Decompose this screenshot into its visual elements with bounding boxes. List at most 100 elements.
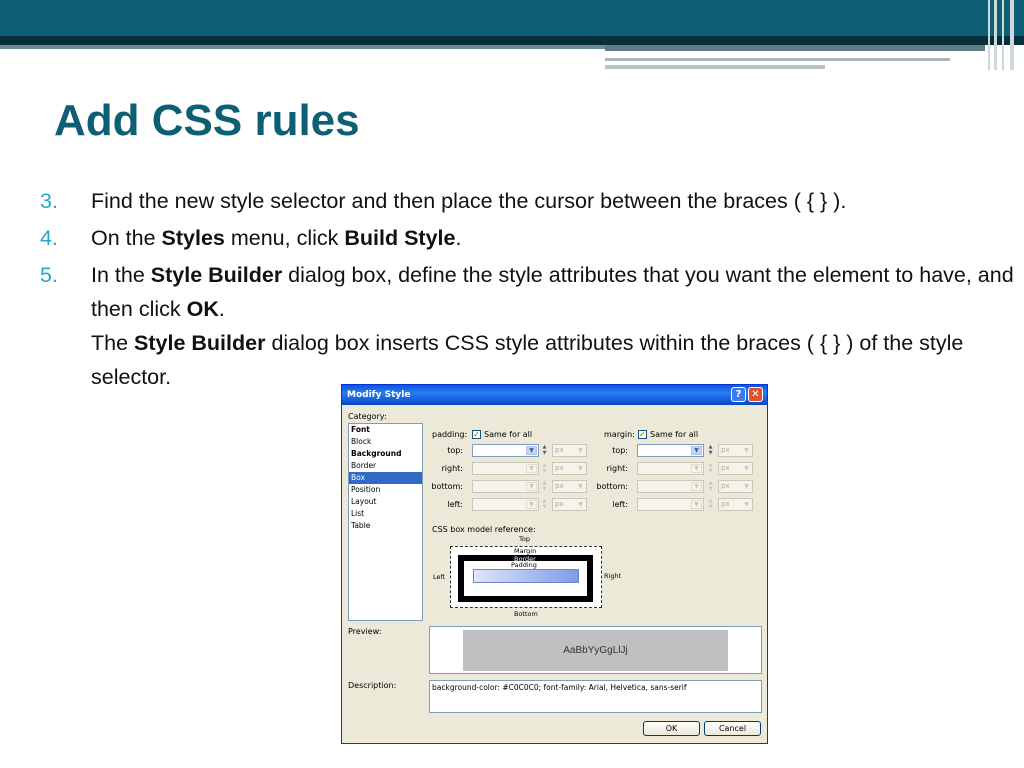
category-item-table[interactable]: Table (349, 520, 422, 532)
padding-bottom-combo: ▼ (472, 480, 539, 493)
box-model-label: CSS box model reference: (432, 525, 536, 534)
category-item-layout[interactable]: Layout (349, 496, 422, 508)
category-item-block[interactable]: Block (349, 436, 422, 448)
step-item: 3. Find the new style selector and then p… (40, 184, 1015, 218)
padding-top-spinner-icon[interactable]: ▲ ▼ (540, 444, 549, 457)
header-bar (0, 0, 1024, 36)
chevron-down-icon: ▼ (526, 482, 537, 491)
margin-top-combo[interactable]: ▼ (637, 444, 704, 457)
padding-left-label: left: (447, 500, 463, 509)
chevron-down-icon: ▼ (578, 483, 583, 490)
chevron-down-icon: ▼ (691, 464, 702, 473)
padding-right-combo: ▼ (472, 462, 539, 475)
margin-top-spinner-icon[interactable]: ▲ ▼ (706, 444, 715, 457)
category-label: Category: (348, 412, 387, 421)
box-top-label: Top (519, 535, 530, 543)
chevron-down-icon: ▼ (526, 446, 537, 455)
description-label: Description: (348, 681, 397, 690)
modify-style-dialog: Modify Style ? ✕ Category: Font Block Back… (341, 384, 768, 744)
box-padding-label: Padding (511, 561, 537, 569)
padding-left-unit-select: px ▼ (552, 498, 587, 511)
margin-bottom-combo: ▼ (637, 480, 704, 493)
description-field[interactable]: background-color: #C0C0C0; font-family: … (429, 680, 762, 713)
step-text: . (218, 297, 225, 321)
slide-title: Add CSS rules (54, 96, 360, 145)
box-left-label: Left (433, 573, 446, 581)
category-item-box[interactable]: Box (349, 472, 422, 484)
unit-label: px (721, 500, 730, 508)
box-right-label: Right (604, 572, 622, 580)
category-list[interactable]: Font Block Background Border Box Position Layo… (348, 423, 423, 621)
padding-label: padding: (432, 430, 468, 439)
unit-label: px (555, 464, 564, 472)
category-item-list[interactable]: List (349, 508, 422, 520)
unit-label: px (555, 446, 564, 454)
chevron-down-icon: ▼ (526, 500, 537, 509)
box-bottom-label: Bottom (514, 610, 538, 618)
padding-same-checkbox[interactable]: ✓ (472, 430, 481, 439)
close-button[interactable]: ✕ (748, 387, 763, 402)
chevron-down-icon: ▼ (526, 464, 537, 473)
step-bold-text: Build Style (344, 226, 456, 250)
padding-bottom-label: bottom: (431, 482, 463, 491)
step-text: In the (91, 263, 151, 287)
step-item: 5. In the Style Builder dialog box, defin… (40, 258, 1015, 394)
step-text: menu, click (224, 226, 345, 250)
step-bold-text: Style Builder (134, 331, 266, 355)
chevron-down-icon: ▼ (691, 500, 702, 509)
ok-button[interactable]: OK (643, 721, 700, 736)
preview-sample: AaBbYyGgLlJj (463, 630, 728, 671)
padding-left-combo: ▼ (472, 498, 539, 511)
header-dark-band (0, 36, 1024, 45)
chevron-down-icon: ▼ (744, 501, 749, 508)
margin-left-unit-select: px ▼ (718, 498, 753, 511)
chevron-down-icon: ▼ (578, 501, 583, 508)
padding-right-spinner-icon: ▲ ▼ (542, 462, 547, 474)
step-number: 4. (40, 226, 58, 250)
category-item-border[interactable]: Border (349, 460, 422, 472)
header-strip (605, 65, 825, 69)
dialog-titlebar[interactable]: Modify Style ? ✕ (342, 385, 767, 405)
step-text: Find the new style selector and then pla… (91, 189, 847, 213)
step-number: 3. (40, 189, 58, 213)
preview-label: Preview: (348, 627, 382, 636)
margin-left-spinner-icon: ▲ ▼ (708, 498, 713, 510)
unit-label: px (555, 482, 564, 490)
header-strip (605, 45, 985, 51)
step-bold-text: Style Builder (150, 263, 283, 287)
unit-label: px (555, 500, 564, 508)
chevron-down-icon: ▼ (744, 483, 749, 490)
padding-left-spinner-icon: ▲ ▼ (542, 498, 547, 510)
margin-top-label: top: (612, 446, 628, 455)
unit-label: px (721, 482, 730, 490)
step-item: 4. On the Styles menu, click Build Style. (40, 221, 1015, 255)
category-item-background[interactable]: Background (349, 448, 422, 460)
padding-top-unit-select: px ▼ (552, 444, 587, 457)
step-list: 3. Find the new style selector and then p… (40, 184, 1015, 397)
padding-right-label: right: (441, 464, 464, 473)
margin-top-unit-select: px ▼ (718, 444, 753, 457)
header-vertical-lines (984, 0, 1024, 70)
header-strip (605, 58, 950, 61)
margin-label: margin: (604, 430, 635, 439)
padding-same-label: Same for all (484, 430, 533, 439)
cancel-button[interactable]: Cancel (704, 721, 761, 736)
chevron-down-icon: ▼ (691, 446, 702, 455)
margin-same-checkbox[interactable]: ✓ (638, 430, 647, 439)
step-text: The (91, 331, 135, 355)
chevron-down-icon: ▼ (744, 465, 749, 472)
chevron-down-icon: ▼ (691, 482, 702, 491)
dialog-title: Modify Style (347, 390, 411, 400)
help-button[interactable]: ? (731, 387, 746, 402)
category-item-font[interactable]: Font (349, 424, 422, 436)
step-text: On the (91, 226, 162, 250)
step-bold-text: OK (186, 297, 219, 321)
margin-right-label: right: (606, 464, 629, 473)
margin-right-spinner-icon: ▲ ▼ (708, 462, 713, 474)
padding-top-combo[interactable]: ▼ (472, 444, 539, 457)
category-item-position[interactable]: Position (349, 484, 422, 496)
chevron-down-icon: ▼ (578, 447, 583, 454)
chevron-down-icon: ▼ (744, 447, 749, 454)
margin-same-label: Same for all (650, 430, 699, 439)
unit-label: px (721, 446, 730, 454)
